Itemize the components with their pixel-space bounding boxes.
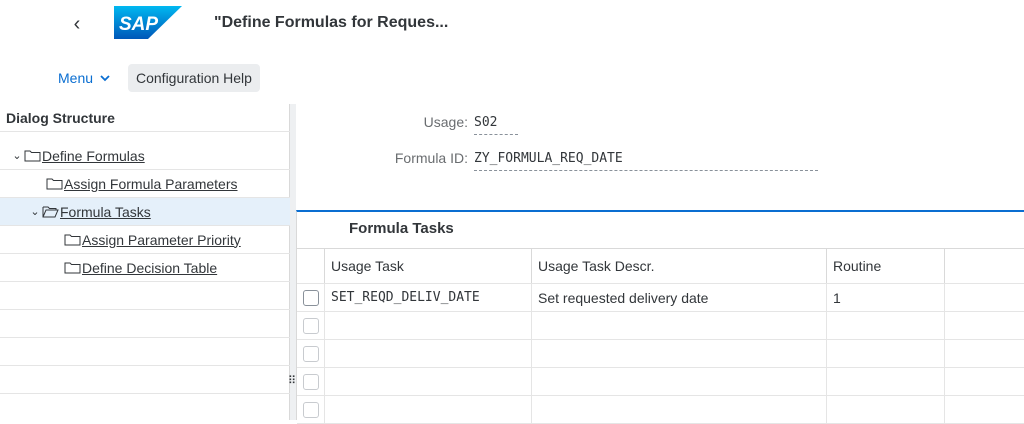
tree-item-label[interactable]: Define Decision Table bbox=[82, 260, 217, 276]
folder-icon bbox=[64, 262, 81, 274]
routine-cell[interactable] bbox=[827, 368, 945, 395]
row-selector[interactable] bbox=[297, 340, 325, 367]
empty-cell bbox=[945, 368, 1024, 395]
routine-cell[interactable] bbox=[827, 340, 945, 367]
folder-icon bbox=[24, 150, 41, 162]
tree-empty-row bbox=[0, 282, 290, 310]
row-checkbox[interactable] bbox=[302, 317, 319, 334]
back-button[interactable]: ‹ bbox=[66, 12, 88, 36]
usage-field[interactable]: S02 bbox=[474, 115, 518, 135]
row-checkbox[interactable] bbox=[302, 373, 319, 390]
row-checkbox[interactable] bbox=[302, 289, 319, 306]
row-selector[interactable] bbox=[297, 312, 325, 339]
usage-task-cell[interactable]: SET_REQD_DELIV_DATE bbox=[325, 284, 532, 311]
table-row[interactable] bbox=[297, 312, 1024, 340]
usage-task-descr-cell[interactable] bbox=[532, 340, 827, 367]
tree-item-define-decision-table[interactable]: Define Decision Table bbox=[0, 254, 290, 282]
column-header-empty bbox=[945, 249, 1024, 283]
tree-item-label[interactable]: Formula Tasks bbox=[60, 204, 151, 220]
empty-cell bbox=[945, 340, 1024, 367]
chevron-down-icon[interactable]: ⌄ bbox=[10, 149, 24, 162]
usage-label: Usage: bbox=[423, 114, 468, 130]
shell-bar: ‹ SAP "Define Formulas for Reques... bbox=[0, 0, 1024, 48]
tree-item-label[interactable]: Assign Parameter Priority bbox=[82, 232, 241, 248]
usage-task-descr-cell[interactable] bbox=[532, 396, 827, 423]
usage-task-descr-cell[interactable] bbox=[532, 368, 827, 395]
tree-item-define-formulas[interactable]: ⌄ Define Formulas bbox=[0, 142, 290, 170]
row-selector[interactable] bbox=[297, 368, 325, 395]
tree-empty-row bbox=[0, 310, 290, 338]
splitter-grip-icon[interactable]: ⠿ bbox=[288, 376, 296, 387]
sap-logo-text: SAP bbox=[119, 14, 158, 35]
row-selector[interactable] bbox=[297, 396, 325, 423]
dialog-structure-panel: Dialog Structure ⌄ Define Formulas Assig… bbox=[0, 104, 290, 420]
row-checkbox[interactable] bbox=[302, 401, 319, 418]
open-folder-icon bbox=[42, 206, 59, 218]
formula-id-label: Formula ID: bbox=[394, 150, 468, 166]
sap-logo[interactable]: SAP bbox=[114, 6, 182, 39]
usage-task-cell[interactable] bbox=[325, 396, 532, 423]
table-title: Formula Tasks bbox=[349, 220, 454, 237]
empty-cell bbox=[945, 396, 1024, 423]
tree-item-formula-tasks[interactable]: ⌄ Formula Tasks bbox=[0, 198, 290, 226]
menu-label: Menu bbox=[58, 70, 94, 86]
formula-id-field[interactable]: ZY_FORMULA_REQ_DATE bbox=[474, 151, 818, 171]
usage-task-cell[interactable] bbox=[325, 368, 532, 395]
table-row[interactable] bbox=[297, 368, 1024, 396]
row-selector[interactable] bbox=[297, 284, 325, 311]
column-header-usage-task-descr[interactable]: Usage Task Descr. bbox=[532, 249, 827, 283]
routine-cell[interactable] bbox=[827, 312, 945, 339]
table-header-row: Usage Task Usage Task Descr. Routine bbox=[297, 248, 1024, 284]
chevron-down-icon[interactable]: ⌄ bbox=[28, 205, 42, 218]
column-header-usage-task[interactable]: Usage Task bbox=[325, 249, 532, 283]
column-header-routine[interactable]: Routine bbox=[827, 249, 945, 283]
menu-button[interactable]: Menu bbox=[52, 64, 117, 92]
table-row[interactable]: SET_REQD_DELIV_DATE Set requested delive… bbox=[297, 284, 1024, 312]
tree-item-assign-formula-parameters[interactable]: Assign Formula Parameters bbox=[0, 170, 290, 198]
empty-cell bbox=[945, 312, 1024, 339]
row-checkbox[interactable] bbox=[302, 345, 319, 362]
dialog-structure-header: Dialog Structure bbox=[0, 104, 290, 132]
tree-item-label[interactable]: Assign Formula Parameters bbox=[64, 176, 238, 192]
chevron-down-icon bbox=[100, 75, 110, 82]
usage-task-cell[interactable] bbox=[325, 312, 532, 339]
usage-task-descr-cell[interactable]: Set requested delivery date bbox=[532, 284, 827, 311]
folder-icon bbox=[64, 234, 81, 246]
empty-cell bbox=[945, 284, 1024, 311]
formula-tasks-table: Formula Tasks Usage Task Usage Task Desc… bbox=[296, 210, 1024, 424]
app-title: "Define Formulas for Reques... bbox=[214, 14, 449, 31]
usage-task-cell[interactable] bbox=[325, 340, 532, 367]
table-row[interactable] bbox=[297, 340, 1024, 368]
routine-cell[interactable] bbox=[827, 396, 945, 423]
folder-icon bbox=[46, 178, 63, 190]
usage-task-descr-cell[interactable] bbox=[532, 312, 827, 339]
tree-item-assign-parameter-priority[interactable]: Assign Parameter Priority bbox=[0, 226, 290, 254]
select-all-cell bbox=[297, 249, 325, 283]
tree-empty-row bbox=[0, 366, 290, 394]
configuration-help-button[interactable]: Configuration Help bbox=[128, 64, 260, 92]
routine-cell[interactable]: 1 bbox=[827, 284, 945, 311]
toolbar: Menu Configuration Help bbox=[0, 60, 1024, 96]
tree-item-label[interactable]: Define Formulas bbox=[42, 148, 145, 164]
tree-empty-row bbox=[0, 338, 290, 366]
